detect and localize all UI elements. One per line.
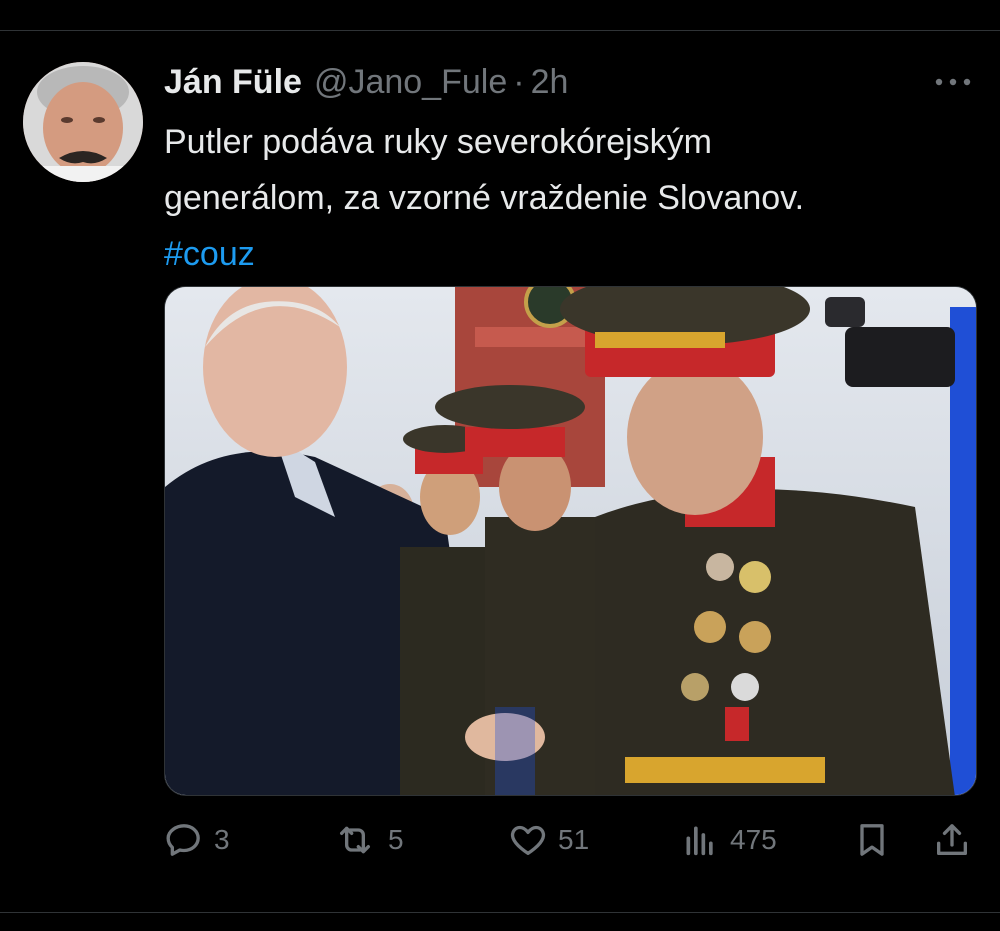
separator-dot: · (513, 63, 525, 101)
like-icon (510, 825, 546, 855)
share-button[interactable] (932, 812, 972, 868)
bookmark-icon (860, 824, 884, 856)
display-name[interactable]: Ján Füle (164, 62, 302, 102)
like-count: 51 (558, 824, 590, 855)
views-button[interactable]: 475 (680, 812, 777, 868)
tweet-text: Putler podáva ruky severokórejským gener… (164, 114, 964, 282)
reply-button[interactable]: 3 (164, 812, 230, 868)
views-count: 475 (730, 824, 777, 855)
views-icon (686, 826, 713, 856)
tweet-header: Ján Füle @Jano_Fule · 2h (164, 62, 568, 102)
divider (0, 912, 1000, 913)
tweet-photo[interactable] (164, 286, 977, 796)
avatar[interactable] (23, 62, 143, 182)
like-button[interactable]: 51 (508, 812, 589, 868)
repost-icon (339, 826, 370, 854)
tweet-text-line: generálom, za vzorné vraždenie Slovanov. (164, 179, 805, 217)
repost-count: 5 (388, 824, 404, 855)
reply-icon (166, 824, 200, 856)
more-icon (935, 78, 971, 86)
divider (0, 30, 1000, 31)
share-icon (937, 824, 967, 855)
timestamp[interactable]: 2h (531, 62, 569, 102)
handle[interactable]: @Jano_Fule (314, 62, 507, 102)
tweet-screen: Ján Füle @Jano_Fule · 2h Putler podáva r… (0, 0, 1000, 931)
hashtag-link[interactable]: #couz (164, 226, 964, 282)
action-bar: 3 5 51 475 (164, 812, 976, 868)
bookmark-button[interactable] (852, 812, 892, 868)
repost-button[interactable]: 5 (332, 812, 404, 868)
reply-count: 3 (214, 824, 230, 855)
tweet-text-line: Putler podáva ruky severokórejským (164, 123, 713, 161)
more-button[interactable] (928, 62, 978, 102)
